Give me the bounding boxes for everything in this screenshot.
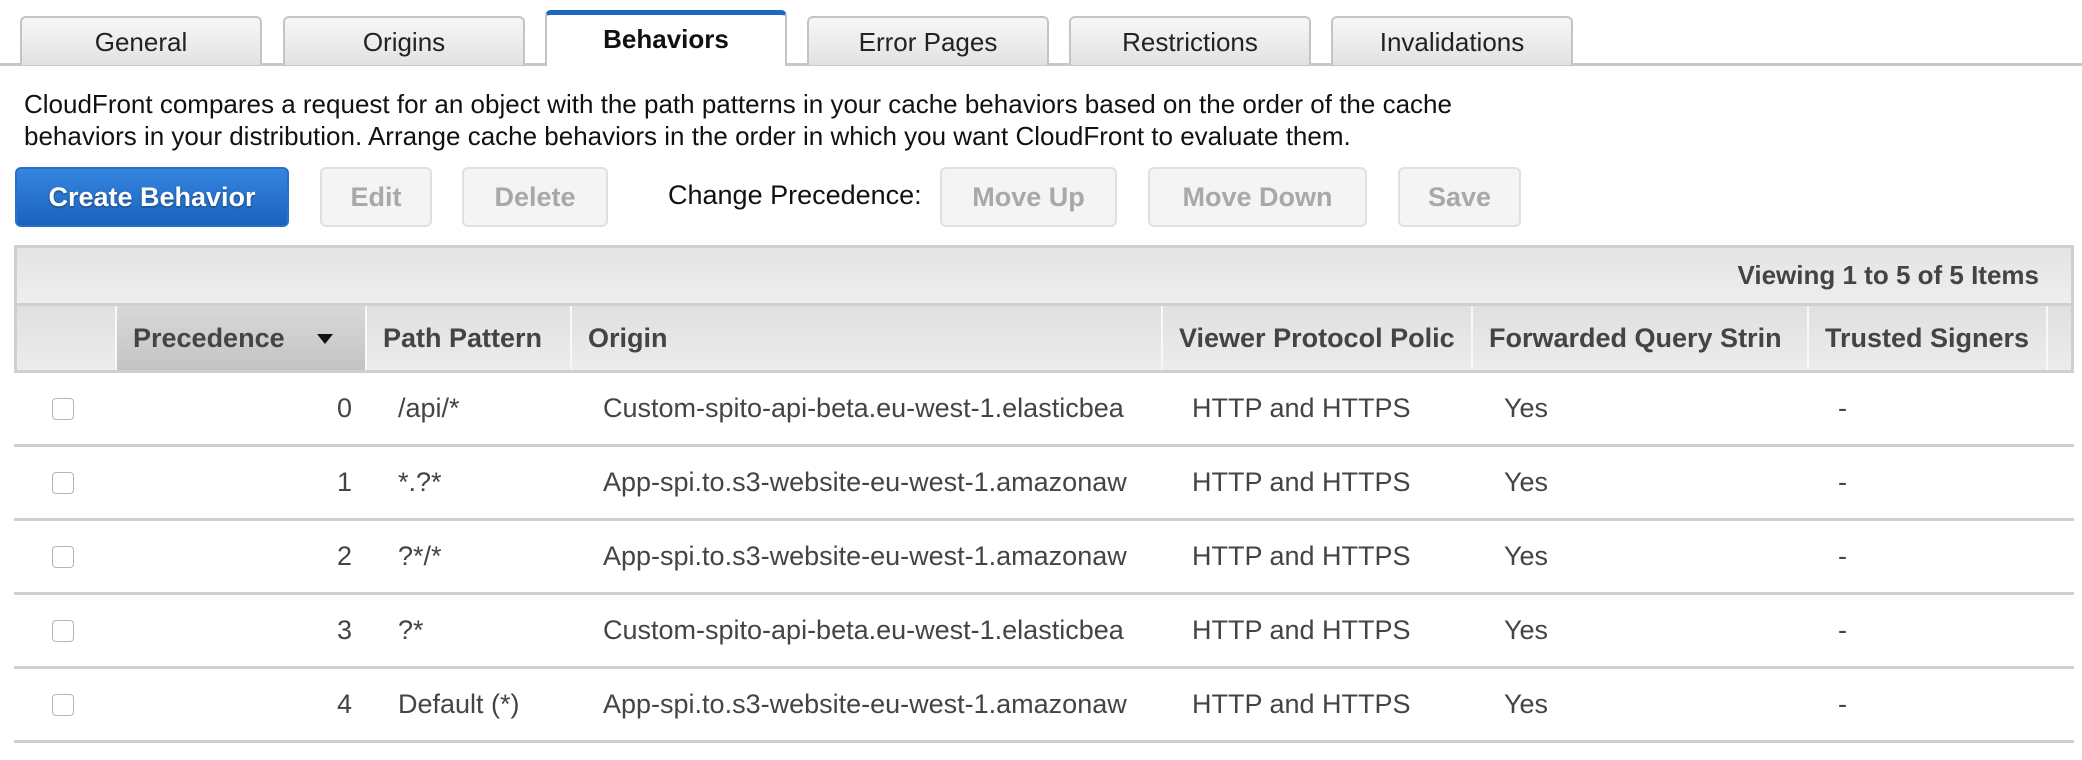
row-checkbox[interactable] (52, 620, 74, 642)
table-body: 0 /api/* Custom-spito-api-beta.eu-west-1… (14, 373, 2074, 743)
cell-viewer-protocol: HTTP and HTTPS (1192, 467, 1411, 497)
cell-path-pattern: ?* (398, 615, 424, 645)
cell-viewer-protocol: HTTP and HTTPS (1192, 393, 1411, 423)
cell-path-pattern: /api/* (398, 393, 460, 423)
cell-viewer-protocol: HTTP and HTTPS (1192, 689, 1411, 719)
cell-forwarded-query: Yes (1504, 615, 1549, 645)
cell-trusted-signers: - (1838, 393, 1847, 423)
tab-restrictions[interactable]: Restrictions (1069, 16, 1311, 65)
create-behavior-button[interactable]: Create Behavior (15, 167, 289, 227)
table-row[interactable]: 3 ?* Custom-spito-api-beta.eu-west-1.ela… (14, 595, 2074, 669)
cell-precedence: 0 (336, 393, 352, 423)
cell-origin: App-spi.to.s3-website-eu-west-1.amazonaw (603, 689, 1127, 719)
cell-path-pattern: ?*/* (398, 541, 442, 571)
tab-strip: General Origins Behaviors Error Pages Re… (0, 0, 2082, 66)
cell-path-pattern: *.?* (398, 467, 442, 497)
edit-button[interactable]: Edit (320, 167, 432, 227)
cell-origin: App-spi.to.s3-website-eu-west-1.amazonaw (603, 541, 1127, 571)
header-path-pattern[interactable]: Path Pattern (367, 306, 572, 370)
header-forwarded-query-strings[interactable]: Forwarded Query Strin (1473, 306, 1809, 370)
cell-forwarded-query: Yes (1504, 689, 1549, 719)
header-precedence[interactable]: Precedence (117, 306, 367, 370)
cell-trusted-signers: - (1838, 467, 1847, 497)
header-select (17, 306, 117, 370)
cell-precedence: 1 (336, 467, 352, 497)
cell-path-pattern: Default (*) (398, 689, 520, 719)
tab-general[interactable]: General (20, 16, 262, 65)
cell-viewer-protocol: HTTP and HTTPS (1192, 541, 1411, 571)
pagination-summary: Viewing 1 to 5 of 5 Items (14, 245, 2074, 303)
cell-forwarded-query: Yes (1504, 393, 1549, 423)
description-line-2: behaviors in your distribution. Arrange … (24, 121, 1351, 151)
table-row[interactable]: 0 /api/* Custom-spito-api-beta.eu-west-1… (14, 373, 2074, 447)
description-line-1: CloudFront compares a request for an obj… (24, 89, 1452, 119)
save-button[interactable]: Save (1398, 167, 1521, 227)
header-filler (2048, 306, 2071, 370)
cell-precedence: 2 (336, 541, 352, 571)
sort-descending-icon (317, 334, 333, 344)
behaviors-description: CloudFront compares a request for an obj… (24, 88, 1664, 152)
table-row[interactable]: 1 *.?* App-spi.to.s3-website-eu-west-1.a… (14, 447, 2074, 521)
cell-origin: Custom-spito-api-beta.eu-west-1.elasticb… (603, 615, 1124, 645)
cell-forwarded-query: Yes (1504, 467, 1549, 497)
table-row[interactable]: 4 Default (*) App-spi.to.s3-website-eu-w… (14, 669, 2074, 743)
tab-error-pages[interactable]: Error Pages (807, 16, 1049, 65)
row-checkbox[interactable] (52, 546, 74, 568)
table-row[interactable]: 2 ?*/* App-spi.to.s3-website-eu-west-1.a… (14, 521, 2074, 595)
cell-trusted-signers: - (1838, 689, 1847, 719)
header-origin[interactable]: Origin (572, 306, 1163, 370)
row-checkbox[interactable] (52, 472, 74, 494)
header-precedence-label: Precedence (133, 323, 285, 353)
cell-trusted-signers: - (1838, 615, 1847, 645)
row-checkbox[interactable] (52, 694, 74, 716)
delete-button[interactable]: Delete (462, 167, 608, 227)
header-viewer-protocol-policy[interactable]: Viewer Protocol Polic (1163, 306, 1473, 370)
cell-precedence: 4 (336, 689, 352, 719)
cell-viewer-protocol: HTTP and HTTPS (1192, 615, 1411, 645)
cell-precedence: 3 (336, 615, 352, 645)
move-down-button[interactable]: Move Down (1148, 167, 1367, 227)
cell-forwarded-query: Yes (1504, 541, 1549, 571)
row-checkbox[interactable] (52, 398, 74, 420)
change-precedence-label: Change Precedence: (668, 180, 922, 210)
cell-trusted-signers: - (1838, 541, 1847, 571)
tab-invalidations[interactable]: Invalidations (1331, 16, 1573, 65)
move-up-button[interactable]: Move Up (940, 167, 1117, 227)
behaviors-table: Viewing 1 to 5 of 5 Items Precedence Pat… (14, 245, 2074, 743)
table-header: Precedence Path Pattern Origin Viewer Pr… (14, 303, 2074, 373)
cell-origin: Custom-spito-api-beta.eu-west-1.elasticb… (603, 393, 1124, 423)
header-trusted-signers[interactable]: Trusted Signers (1809, 306, 2048, 370)
tab-origins[interactable]: Origins (283, 16, 525, 65)
tab-behaviors[interactable]: Behaviors (545, 10, 787, 66)
cell-origin: App-spi.to.s3-website-eu-west-1.amazonaw (603, 467, 1127, 497)
